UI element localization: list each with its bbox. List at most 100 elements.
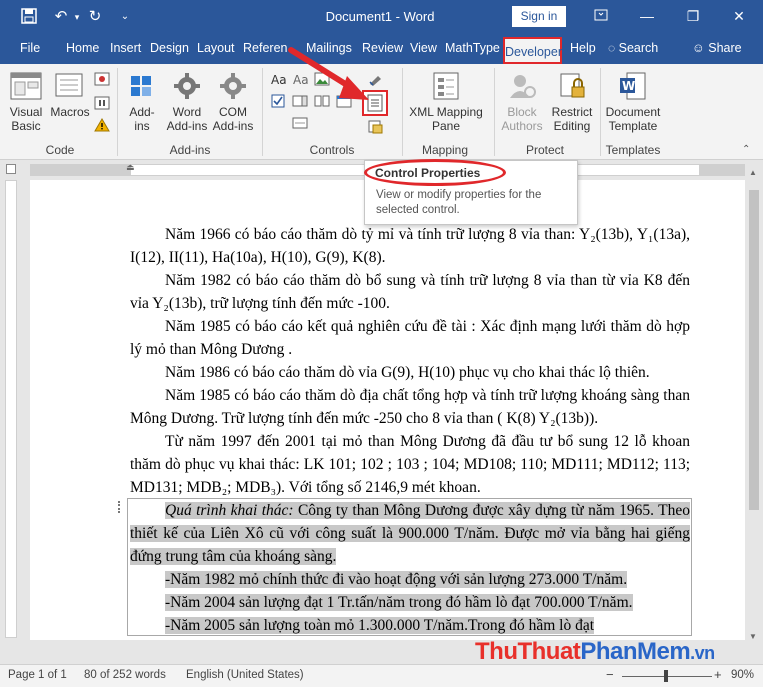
document-template-button[interactable]: W Document Template [602, 70, 664, 133]
status-bar: Page 1 of 1 80 of 252 words English (Uni… [0, 664, 763, 687]
checkbox-control-icon[interactable] [270, 94, 286, 108]
zoom-out-icon[interactable]: − [606, 667, 614, 682]
protect-group-label: Protect [525, 143, 564, 157]
vertical-ruler-track[interactable] [5, 180, 17, 638]
vertical-scrollbar[interactable]: ▲ ▼ [745, 160, 763, 648]
paragraph[interactable]: Từ năm 1997 đến 2001 tại mỏ than Mông Dư… [130, 430, 690, 499]
lock-icon [560, 73, 585, 98]
block-authors-label-2: Authors [501, 119, 543, 133]
document-page[interactable]: Năm 1966 có báo cáo thăm dò tỷ mỉ và tín… [30, 180, 745, 640]
com-add-ins-button[interactable]: COM Add-ins [210, 70, 256, 133]
tab-mathtype[interactable]: MathType [445, 41, 500, 55]
sign-in-button[interactable]: Sign in [512, 6, 566, 27]
redo-icon[interactable]: ↻ [86, 8, 104, 26]
restrict-editing-button[interactable]: Restrict Editing [548, 70, 596, 133]
tab-selector-icon[interactable] [6, 164, 16, 174]
content-control-boundary[interactable] [127, 498, 692, 636]
zoom-slider-knob[interactable] [664, 670, 668, 682]
paragraph[interactable]: Năm 1966 có báo cáo thăm dò tỷ mỉ và tín… [130, 223, 690, 269]
xml-mapping-label-1: XML Mapping [409, 105, 483, 119]
word-add-ins-button[interactable]: Word Add-ins [164, 70, 210, 133]
ruler-left-margin [30, 164, 130, 176]
collapse-ribbon-icon[interactable]: ⌃ [742, 144, 750, 155]
tab-design[interactable]: Design [150, 41, 189, 55]
block-authors-button[interactable]: Block Authors [498, 70, 546, 133]
xml-mapping-pane-button[interactable]: XML Mapping Pane [404, 70, 488, 133]
controls-group-label: Controls [309, 143, 355, 157]
paragraph[interactable]: Năm 1986 có báo cáo thăm dò vỉa G(9), H(… [130, 361, 690, 384]
save-icon[interactable] [20, 8, 38, 26]
lightbulb-icon: ◌ [608, 41, 616, 55]
legacy-tools-icon[interactable] [292, 116, 308, 130]
indent-marker-icon[interactable]: ⏏ [126, 162, 135, 173]
svg-text:Aa: Aa [271, 73, 286, 86]
group-separator [117, 68, 118, 156]
macros-label: Macros [50, 105, 90, 119]
tab-home[interactable]: Home [66, 41, 99, 55]
mapping-group-label: Mapping [421, 143, 469, 157]
undo-dropdown-icon[interactable]: ▾ [68, 8, 86, 26]
restrict-editing-label-1: Restrict [551, 105, 593, 119]
customize-qat-icon[interactable]: ⌄ [116, 8, 134, 26]
word-add-ins-label-2: Add-ins [166, 119, 208, 133]
tell-me-label: Search [618, 41, 659, 55]
zoom-in-icon[interactable]: + [714, 667, 722, 682]
add-ins-icon [131, 76, 151, 96]
zoom-level[interactable]: 90% [731, 669, 754, 681]
word-document-icon: W [620, 72, 646, 100]
watermark-part-1: ThuThuat [475, 638, 581, 665]
code-group-label: Code [45, 143, 75, 157]
minimize-icon[interactable]: — [630, 4, 664, 28]
group-separator [262, 68, 263, 156]
tab-insert[interactable]: Insert [110, 41, 141, 55]
visual-basic-label-2: Basic [11, 119, 41, 133]
rich-text-control-icon[interactable]: Aa [270, 72, 287, 87]
block-authors-label-1: Block [507, 105, 537, 119]
ruler-right-margin [700, 164, 745, 176]
xml-mapping-icon [433, 72, 459, 100]
paragraph[interactable]: Năm 1985 có báo cáo kết quả nghiên cứu đ… [130, 315, 690, 361]
tab-file[interactable]: File [20, 41, 40, 55]
highlight-ring-annotation [364, 159, 506, 186]
tab-references[interactable]: Referen [243, 41, 287, 55]
macro-security-icon[interactable] [94, 118, 110, 132]
xml-mapping-label-2: Pane [431, 119, 461, 133]
svg-text:W: W [622, 79, 635, 93]
paragraph[interactable]: Năm 1985 có báo cáo thăm dò địa chất tổn… [130, 384, 690, 430]
ribbon-display-options-icon[interactable] [584, 4, 618, 28]
tab-layout[interactable]: Layout [197, 41, 235, 55]
content-control-handle-icon[interactable] [118, 501, 124, 513]
word-add-ins-label-1: Word [172, 105, 202, 119]
add-ins-button[interactable]: Add- ins [122, 70, 162, 133]
com-add-ins-label-1: COM [219, 105, 247, 119]
tab-developer[interactable]: Developer [503, 37, 562, 64]
restore-icon[interactable]: ❐ [676, 4, 710, 28]
paragraph[interactable]: Năm 1982 có báo cáo thăm dò bổ sung và t… [130, 269, 690, 315]
tell-me-search[interactable]: ◌ Search [608, 41, 658, 55]
tab-view[interactable]: View [410, 41, 437, 55]
group-control-icon[interactable] [368, 120, 384, 134]
visual-basic-button[interactable]: Visual Basic [4, 70, 48, 133]
record-macro-icon[interactable] [94, 72, 110, 86]
pause-recording-icon[interactable] [94, 96, 110, 110]
macros-button[interactable]: Macros [48, 70, 92, 119]
macros-icon [55, 73, 83, 97]
word-count[interactable]: 80 of 252 words [84, 669, 166, 681]
restrict-editing-label-2: Editing [553, 119, 591, 133]
scroll-up-icon[interactable]: ▲ [749, 168, 757, 177]
close-icon[interactable]: ✕ [722, 4, 756, 28]
title-bar: ↶ ▾ ↻ ⌄ Document1 - Word Sign in — ❐ ✕ [0, 0, 763, 34]
document-title: Document1 - Word [325, 9, 435, 24]
scrollbar-thumb[interactable] [749, 190, 759, 510]
share-button[interactable]: ☺ Share [692, 41, 742, 55]
templates-group-label: Templates [605, 143, 661, 157]
scroll-down-icon[interactable]: ▼ [749, 632, 757, 641]
tab-help[interactable]: Help [570, 41, 596, 55]
group-separator [494, 68, 495, 156]
visual-basic-label-1: Visual [9, 105, 43, 119]
com-add-ins-label-2: Add-ins [212, 119, 254, 133]
watermark-part-2: PhanMem [580, 638, 691, 665]
language-indicator[interactable]: English (United States) [186, 669, 304, 681]
page-count[interactable]: Page 1 of 1 [8, 669, 67, 681]
add-ins-label-2: ins [134, 119, 150, 133]
